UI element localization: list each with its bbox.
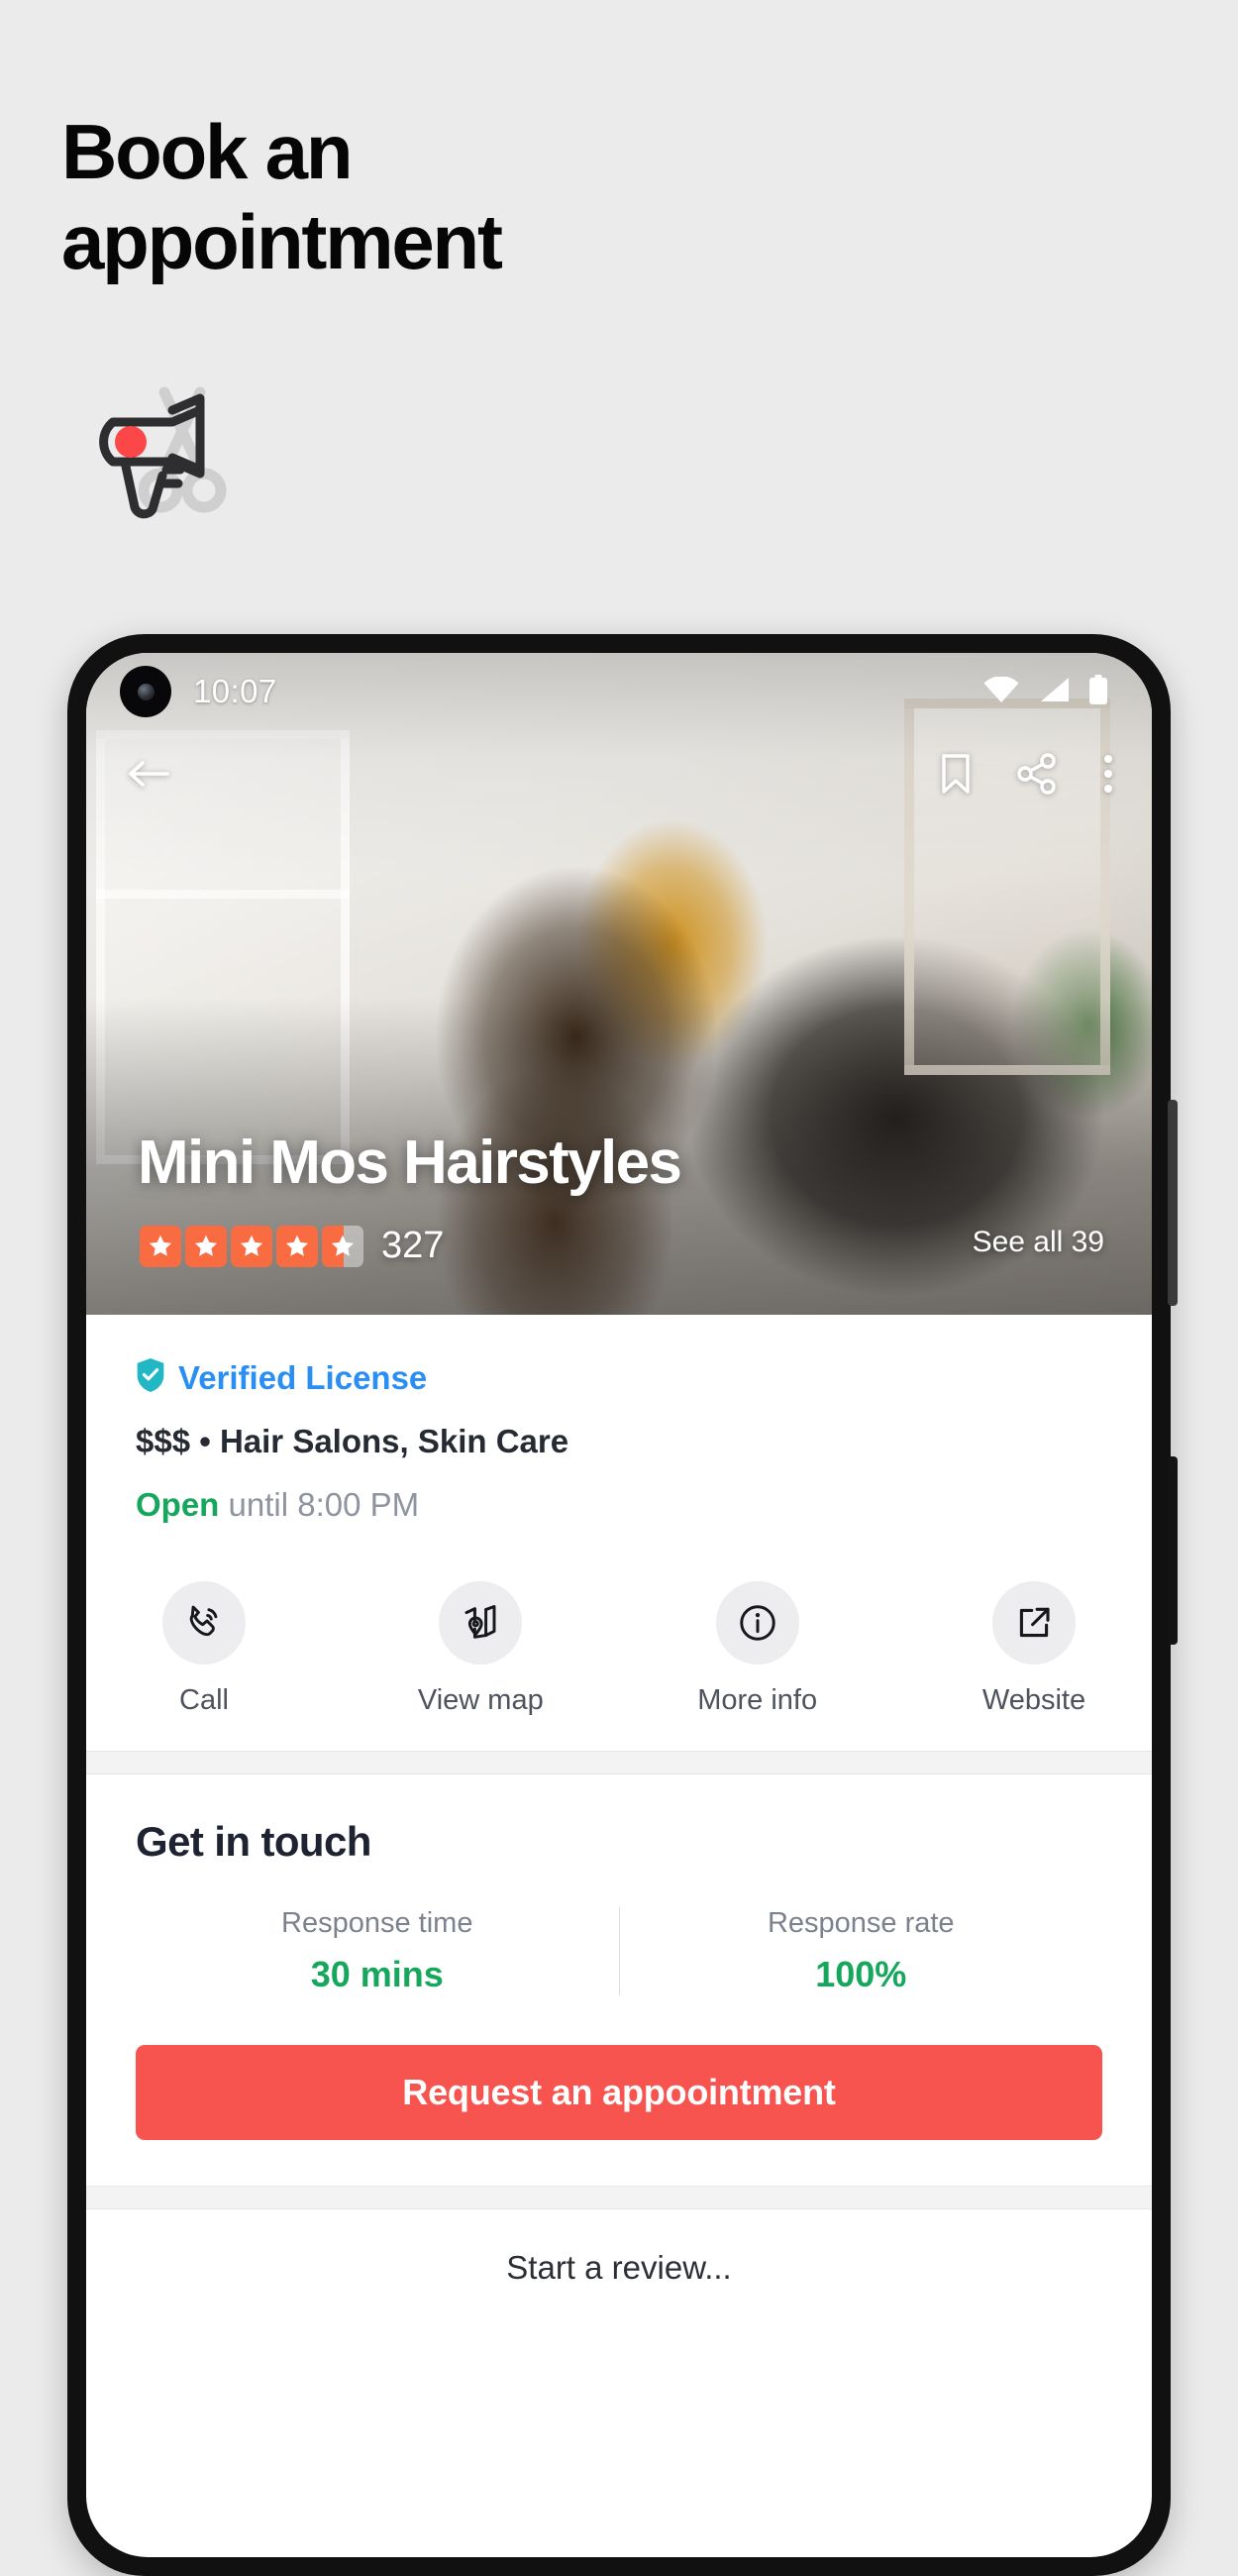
section-title: Get in touch xyxy=(136,1818,371,1865)
business-name: Mini Mos Hairstyles xyxy=(138,1128,682,1197)
status-icons xyxy=(983,674,1108,709)
status-bar: 10:07 xyxy=(86,653,1152,730)
action-view-map[interactable]: View map xyxy=(406,1581,555,1717)
external-link-icon xyxy=(991,1581,1076,1664)
business-hours: Open until 8:00 PM xyxy=(136,1486,1102,1524)
open-status: Open xyxy=(136,1486,220,1523)
bookmark-icon[interactable] xyxy=(940,753,972,800)
response-stats: Response time 30 mins Response rate 100% xyxy=(136,1907,1102,1995)
phone-call-icon xyxy=(162,1581,246,1664)
back-arrow-icon[interactable] xyxy=(126,755,171,798)
stat-response-time: Response time 30 mins xyxy=(136,1907,619,1995)
star-icon xyxy=(276,1225,318,1267)
stat-response-rate: Response rate 100% xyxy=(618,1907,1103,1995)
request-appointment-button[interactable]: Request an appoointment xyxy=(136,2045,1102,2140)
promo-headline: Book an appointment xyxy=(61,107,953,288)
star-icon xyxy=(231,1225,272,1267)
closing-time: until 8:00 PM xyxy=(228,1486,420,1523)
star-icon xyxy=(140,1225,181,1267)
star-icon-half xyxy=(322,1225,363,1267)
hairdryer-accent-dot xyxy=(115,426,147,458)
phone-mockup: 10:07 Mini Mos Hairstyles 327 See all 39… xyxy=(67,634,1178,2576)
business-info-card: Verified License $$$ • Hair Salons, Skin… xyxy=(86,1315,1152,1534)
shield-check-icon xyxy=(136,1358,165,1397)
front-camera-icon xyxy=(120,666,171,717)
phone-volume-button[interactable] xyxy=(1168,1100,1178,1306)
rating-row[interactable]: 327 xyxy=(140,1225,444,1267)
share-icon[interactable] xyxy=(1017,752,1057,800)
stat-value: 100% xyxy=(815,1954,907,1994)
more-vertical-icon[interactable] xyxy=(1102,753,1114,800)
stat-label: Response rate xyxy=(767,1907,955,1939)
info-circle-icon xyxy=(715,1581,799,1664)
stat-value: 30 mins xyxy=(310,1954,444,1994)
status-time: 10:07 xyxy=(193,673,277,709)
action-website[interactable]: Website xyxy=(960,1581,1108,1717)
action-more-info[interactable]: More info xyxy=(683,1581,832,1717)
action-call[interactable]: Call xyxy=(130,1581,278,1717)
phone-power-button[interactable] xyxy=(1168,1456,1178,1645)
action-label: More info xyxy=(697,1684,818,1716)
hairdryer-scissors-icon xyxy=(69,375,248,533)
section-divider xyxy=(86,2186,1152,2209)
section-divider xyxy=(86,1751,1152,1774)
wifi-icon xyxy=(983,675,1019,707)
battery-icon xyxy=(1088,674,1108,709)
phone-screen: 10:07 Mini Mos Hairstyles 327 See all 39… xyxy=(86,653,1152,2557)
business-meta: $$$ • Hair Salons, Skin Care xyxy=(136,1423,569,1459)
action-label: View map xyxy=(417,1684,544,1716)
action-label: Call xyxy=(179,1684,229,1716)
action-label: Website xyxy=(981,1684,1086,1716)
stat-label: Response time xyxy=(281,1907,473,1939)
hero-nav-actions xyxy=(940,752,1114,800)
promo-headline-line-2: appointment xyxy=(61,198,503,286)
star-rating xyxy=(140,1225,363,1267)
see-all-photos-link[interactable]: See all 39 xyxy=(973,1226,1104,1259)
cellular-signal-icon xyxy=(1038,677,1070,707)
verified-license-label: Verified License xyxy=(178,1358,428,1396)
start-review-placeholder[interactable]: Start a review... xyxy=(506,2249,731,2286)
verified-license-badge: Verified License xyxy=(136,1358,1102,1397)
start-review-row[interactable]: Start a review... xyxy=(86,2209,1152,2332)
hero-nav-bar xyxy=(86,730,1152,821)
map-pin-icon xyxy=(439,1581,523,1664)
star-icon xyxy=(185,1225,227,1267)
get-in-touch-section: Get in touch Response time 30 mins Respo… xyxy=(86,1774,1152,2186)
quick-actions-row: Call View map More info Website xyxy=(86,1534,1152,1751)
business-hero: 10:07 Mini Mos Hairstyles 327 See all 39 xyxy=(86,653,1152,1315)
review-count: 327 xyxy=(381,1225,445,1266)
promo-headline-line-1: Book an xyxy=(61,108,353,195)
